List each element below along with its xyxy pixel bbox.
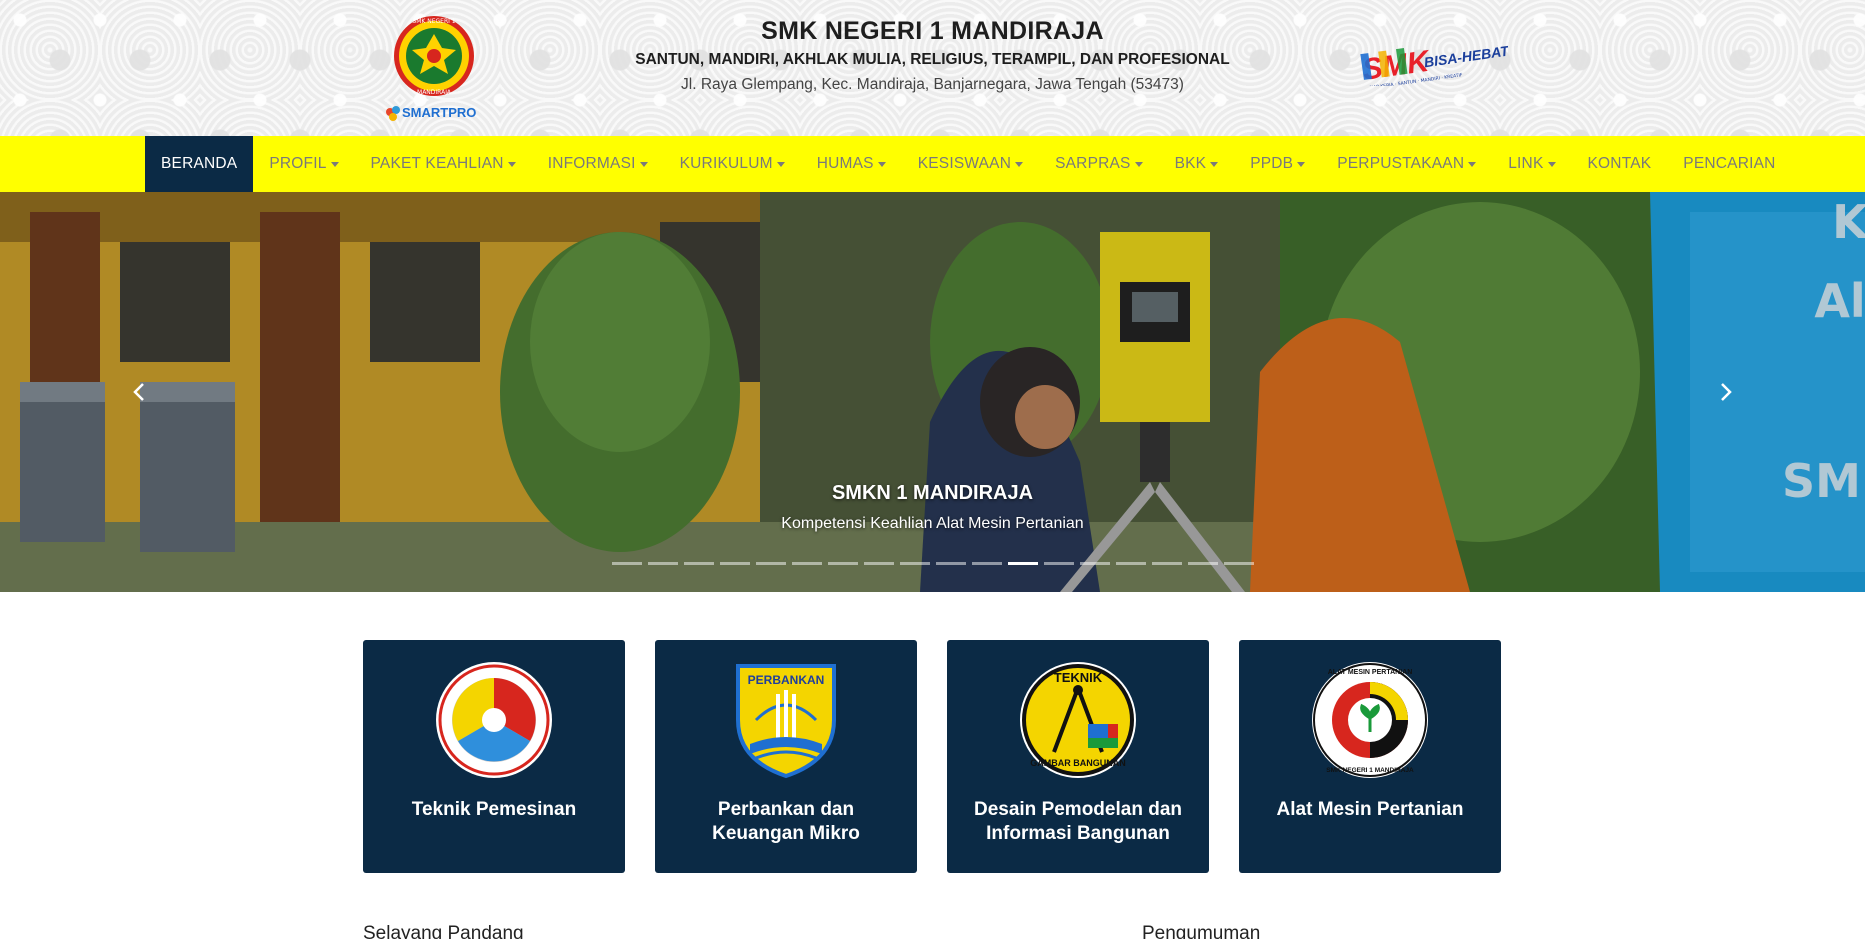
nav-item-kesiswaan[interactable]: KESISWAAN	[902, 136, 1039, 192]
chevron-left-icon	[133, 383, 144, 401]
caret-down-icon	[1015, 161, 1024, 167]
carousel-indicator[interactable]	[1008, 562, 1038, 565]
section-heading-pengumuman: Pengumuman	[1142, 923, 1261, 939]
nav-item-bkk[interactable]: BKK	[1159, 136, 1235, 192]
svg-text:TEKNIK: TEKNIK	[1054, 670, 1103, 685]
carousel-caption: SMKN 1 MANDIRAJA Kompetensi Keahlian Ala…	[0, 480, 1865, 534]
main-navbar: BERANDA PROFIL PAKET KEAHLIAN INFORMASI …	[0, 136, 1865, 192]
nav-item-paket-keahlian[interactable]: PAKET KEAHLIAN	[355, 136, 532, 192]
carousel-indicator[interactable]	[1044, 562, 1074, 565]
teknik-gambar-bangunan-emblem-icon: TEKNIK GAMBAR BANGUNAN	[1020, 662, 1136, 778]
chevron-right-icon	[1721, 383, 1732, 401]
caret-down-icon	[1468, 161, 1477, 167]
carousel-indicator[interactable]	[648, 562, 678, 565]
svg-text:GAMBAR BANGUNAN: GAMBAR BANGUNAN	[1030, 758, 1126, 768]
carousel-indicator[interactable]	[1080, 562, 1110, 565]
nav-item-profil[interactable]: PROFIL	[253, 136, 354, 192]
school-crest-logo[interactable]: SMK NEGERI 1 MANDIRAJA SMARTPRO	[382, 14, 486, 122]
caret-down-icon	[1134, 161, 1143, 167]
svg-text:PERBANKAN: PERBANKAN	[748, 673, 825, 687]
carousel-indicator[interactable]	[828, 562, 858, 565]
carousel-indicator[interactable]	[756, 562, 786, 565]
nav-item-ppdb[interactable]: PPDB	[1234, 136, 1321, 192]
svg-text:ALAT MESIN PERTANIAN: ALAT MESIN PERTANIAN	[1328, 669, 1413, 676]
program-card-title: Alat Mesin Pertanian	[1276, 799, 1464, 820]
carousel-indicator[interactable]	[864, 562, 894, 565]
carousel-indicator[interactable]	[1116, 562, 1146, 565]
carousel-indicator[interactable]	[972, 562, 1002, 565]
program-card-teknik-pemesinan[interactable]: Teknik Pemesinan	[363, 640, 625, 873]
smartpro-brand: SMARTPRO	[402, 105, 476, 120]
svg-text:BISA-HEBAT: BISA-HEBAT	[1423, 42, 1508, 70]
program-card-title: Perbankan dan Keuangan Mikro	[712, 799, 860, 844]
smk-bisa-hebat-logo[interactable]: SMK BISA-HEBAT SIAP KERJA · SANTUN · MAN…	[1360, 36, 1508, 86]
nav-list: BERANDA PROFIL PAKET KEAHLIAN INFORMASI …	[145, 136, 1792, 192]
nav-item-pencarian[interactable]: PENCARIAN	[1667, 136, 1791, 192]
site-address: Jl. Raya Glempang, Kec. Mandiraja, Banja…	[681, 76, 1184, 93]
hero-carousel[interactable]: K Al SMI SMKN 1 MANDIRAJA Kompetensi Kea…	[0, 192, 1865, 592]
site-header: SMK NEGERI 1 MANDIRAJA SMARTPRO SMK NEGE…	[0, 0, 1865, 136]
caret-down-icon	[1210, 161, 1219, 167]
carousel-indicator[interactable]	[612, 562, 642, 565]
program-card-alat-mesin-pertanian[interactable]: ALAT MESIN PERTANIAN SMK NEGERI 1 MANDIR…	[1239, 640, 1501, 873]
section-heading-selayang-pandang: Selayang Pandang	[363, 923, 524, 939]
carousel-indicator[interactable]	[900, 562, 930, 565]
carousel-indicator[interactable]	[720, 562, 750, 565]
carousel-next-button[interactable]	[1705, 372, 1745, 412]
caret-down-icon	[1547, 161, 1556, 167]
carousel-indicator[interactable]	[1188, 562, 1218, 565]
nav-item-perpustakaan[interactable]: PERPUSTAKAAN	[1321, 136, 1492, 192]
program-card-title: Teknik Pemesinan	[411, 799, 577, 820]
program-card-desain-pemodelan[interactable]: TEKNIK GAMBAR BANGUNAN Desain Pemodelan …	[947, 640, 1209, 873]
caret-down-icon	[877, 161, 886, 167]
svg-text:MANDIRAJA: MANDIRAJA	[417, 89, 452, 96]
perbankan-emblem-icon: PERBANKAN	[736, 664, 836, 779]
nav-item-kurikulum[interactable]: KURIKULUM	[664, 136, 801, 192]
header-text-block: SMK NEGERI 1 MANDIRAJA SANTUN, MANDIRI, …	[560, 16, 1305, 95]
carousel-indicators	[612, 562, 1254, 565]
carousel-caption-text: Kompetensi Keahlian Alat Mesin Pertanian	[781, 515, 1084, 532]
carousel-indicator[interactable]	[684, 562, 714, 565]
caret-down-icon	[776, 161, 785, 167]
site-title: SMK NEGERI 1 MANDIRAJA	[761, 17, 1104, 45]
carousel-indicator[interactable]	[1224, 562, 1254, 565]
nav-item-link[interactable]: LINK	[1492, 136, 1571, 192]
caret-down-icon	[639, 161, 648, 167]
program-card-title: Desain Pemodelan dan Informasi Bangunan	[973, 799, 1182, 844]
nav-item-beranda[interactable]: BERANDA	[145, 136, 254, 192]
carousel-indicator[interactable]	[1152, 562, 1182, 565]
nav-item-kontak[interactable]: KONTAK	[1572, 136, 1668, 192]
program-cards: Teknik Pemesinan PERBANKAN Perbankan dan…	[363, 640, 1501, 873]
caret-down-icon	[1297, 161, 1306, 167]
carousel-caption-title: SMKN 1 MANDIRAJA	[831, 482, 1034, 504]
carousel-prev-button[interactable]	[120, 372, 160, 412]
alat-mesin-pertanian-emblem-icon: ALAT MESIN PERTANIAN SMK NEGERI 1 MANDIR…	[1312, 662, 1428, 778]
nav-item-informasi[interactable]: INFORMASI	[532, 136, 664, 192]
caret-down-icon	[330, 161, 339, 167]
svg-text:SMK NEGERI 1 MANDIRAJA: SMK NEGERI 1 MANDIRAJA	[1326, 767, 1414, 774]
caret-down-icon	[507, 161, 516, 167]
nav-item-sarpras[interactable]: SARPRAS	[1039, 136, 1158, 192]
svg-text:SMK NEGERI 1: SMK NEGERI 1	[412, 18, 455, 25]
teknik-pemesinan-emblem-icon	[436, 662, 552, 778]
program-card-perbankan[interactable]: PERBANKAN Perbankan dan Keuangan Mikro	[655, 640, 917, 873]
site-motto: SANTUN, MANDIRI, AKHLAK MULIA, RELIGIUS,…	[635, 51, 1230, 68]
carousel-indicator[interactable]	[936, 562, 966, 565]
nav-item-humas[interactable]: HUMAS	[801, 136, 902, 192]
carousel-indicator[interactable]	[792, 562, 822, 565]
